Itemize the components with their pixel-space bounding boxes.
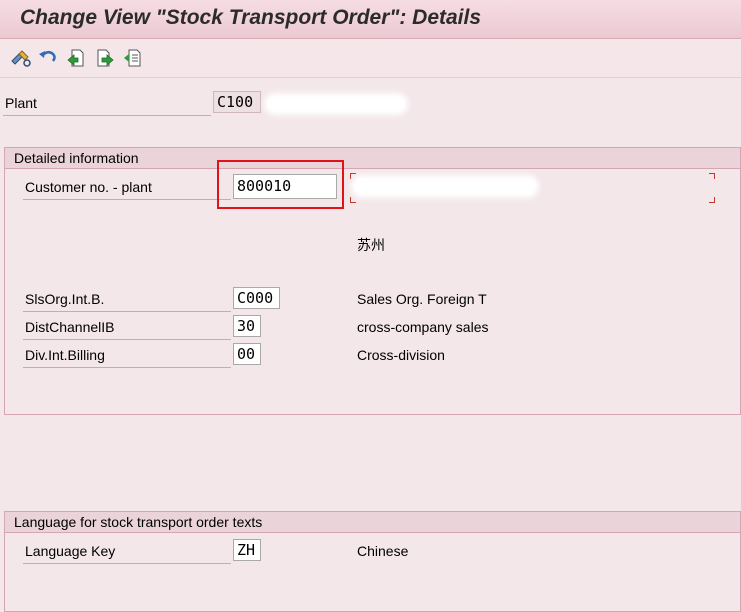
dist-channel-label: DistChannelIB xyxy=(25,319,115,335)
display-change-icon[interactable] xyxy=(10,48,31,68)
language-key-desc: Chinese xyxy=(357,543,409,559)
division-input[interactable]: 00 xyxy=(233,343,261,365)
language-key-underline xyxy=(23,563,231,564)
title-bar: Change View "Stock Transport Order": Det… xyxy=(0,0,741,39)
address-corner-bl xyxy=(350,197,356,203)
previous-entry-icon[interactable] xyxy=(66,48,86,68)
customer-plant-label: Customer no. - plant xyxy=(25,179,152,195)
plant-underline xyxy=(3,115,211,116)
language-key-input[interactable]: ZH xyxy=(233,539,261,561)
division-label: Div.Int.Billing xyxy=(25,347,105,363)
sales-org-underline xyxy=(23,311,231,312)
address-corner-br xyxy=(709,197,715,203)
group-title: Detailed information xyxy=(14,150,139,166)
group-header: Detailed information xyxy=(5,148,740,169)
language-group: Language for stock transport order texts xyxy=(4,511,741,612)
dist-channel-desc: cross-company sales xyxy=(357,319,489,335)
language-key-label: Language Key xyxy=(25,543,116,559)
language-group-title: Language for stock transport order texts xyxy=(14,514,263,530)
dist-channel-underline xyxy=(23,339,231,340)
variable-list-icon[interactable] xyxy=(123,48,143,68)
redacted-customer-name xyxy=(355,179,535,194)
plant-label: Plant xyxy=(5,95,37,111)
application-toolbar xyxy=(0,39,741,78)
customer-plant-underline xyxy=(23,199,231,200)
sales-org-desc: Sales Org. Foreign T xyxy=(357,291,487,307)
sales-org-input[interactable]: C000 xyxy=(233,287,280,309)
division-underline xyxy=(23,367,231,368)
division-desc: Cross-division xyxy=(357,347,445,363)
undo-icon[interactable] xyxy=(38,48,58,68)
address-corner-tl xyxy=(350,173,356,179)
page-title: Change View "Stock Transport Order": Det… xyxy=(20,6,482,29)
city-text: 苏州 xyxy=(357,237,385,253)
plant-field: C100 xyxy=(213,91,261,113)
address-corner-tr xyxy=(709,173,715,179)
next-entry-icon[interactable] xyxy=(95,48,115,68)
sales-org-label: SlsOrg.Int.B. xyxy=(25,291,105,307)
dist-channel-input[interactable]: 30 xyxy=(233,315,261,337)
highlight-box xyxy=(217,160,344,209)
language-group-header: Language for stock transport order texts xyxy=(5,512,740,533)
redacted-plant-name xyxy=(268,97,404,111)
